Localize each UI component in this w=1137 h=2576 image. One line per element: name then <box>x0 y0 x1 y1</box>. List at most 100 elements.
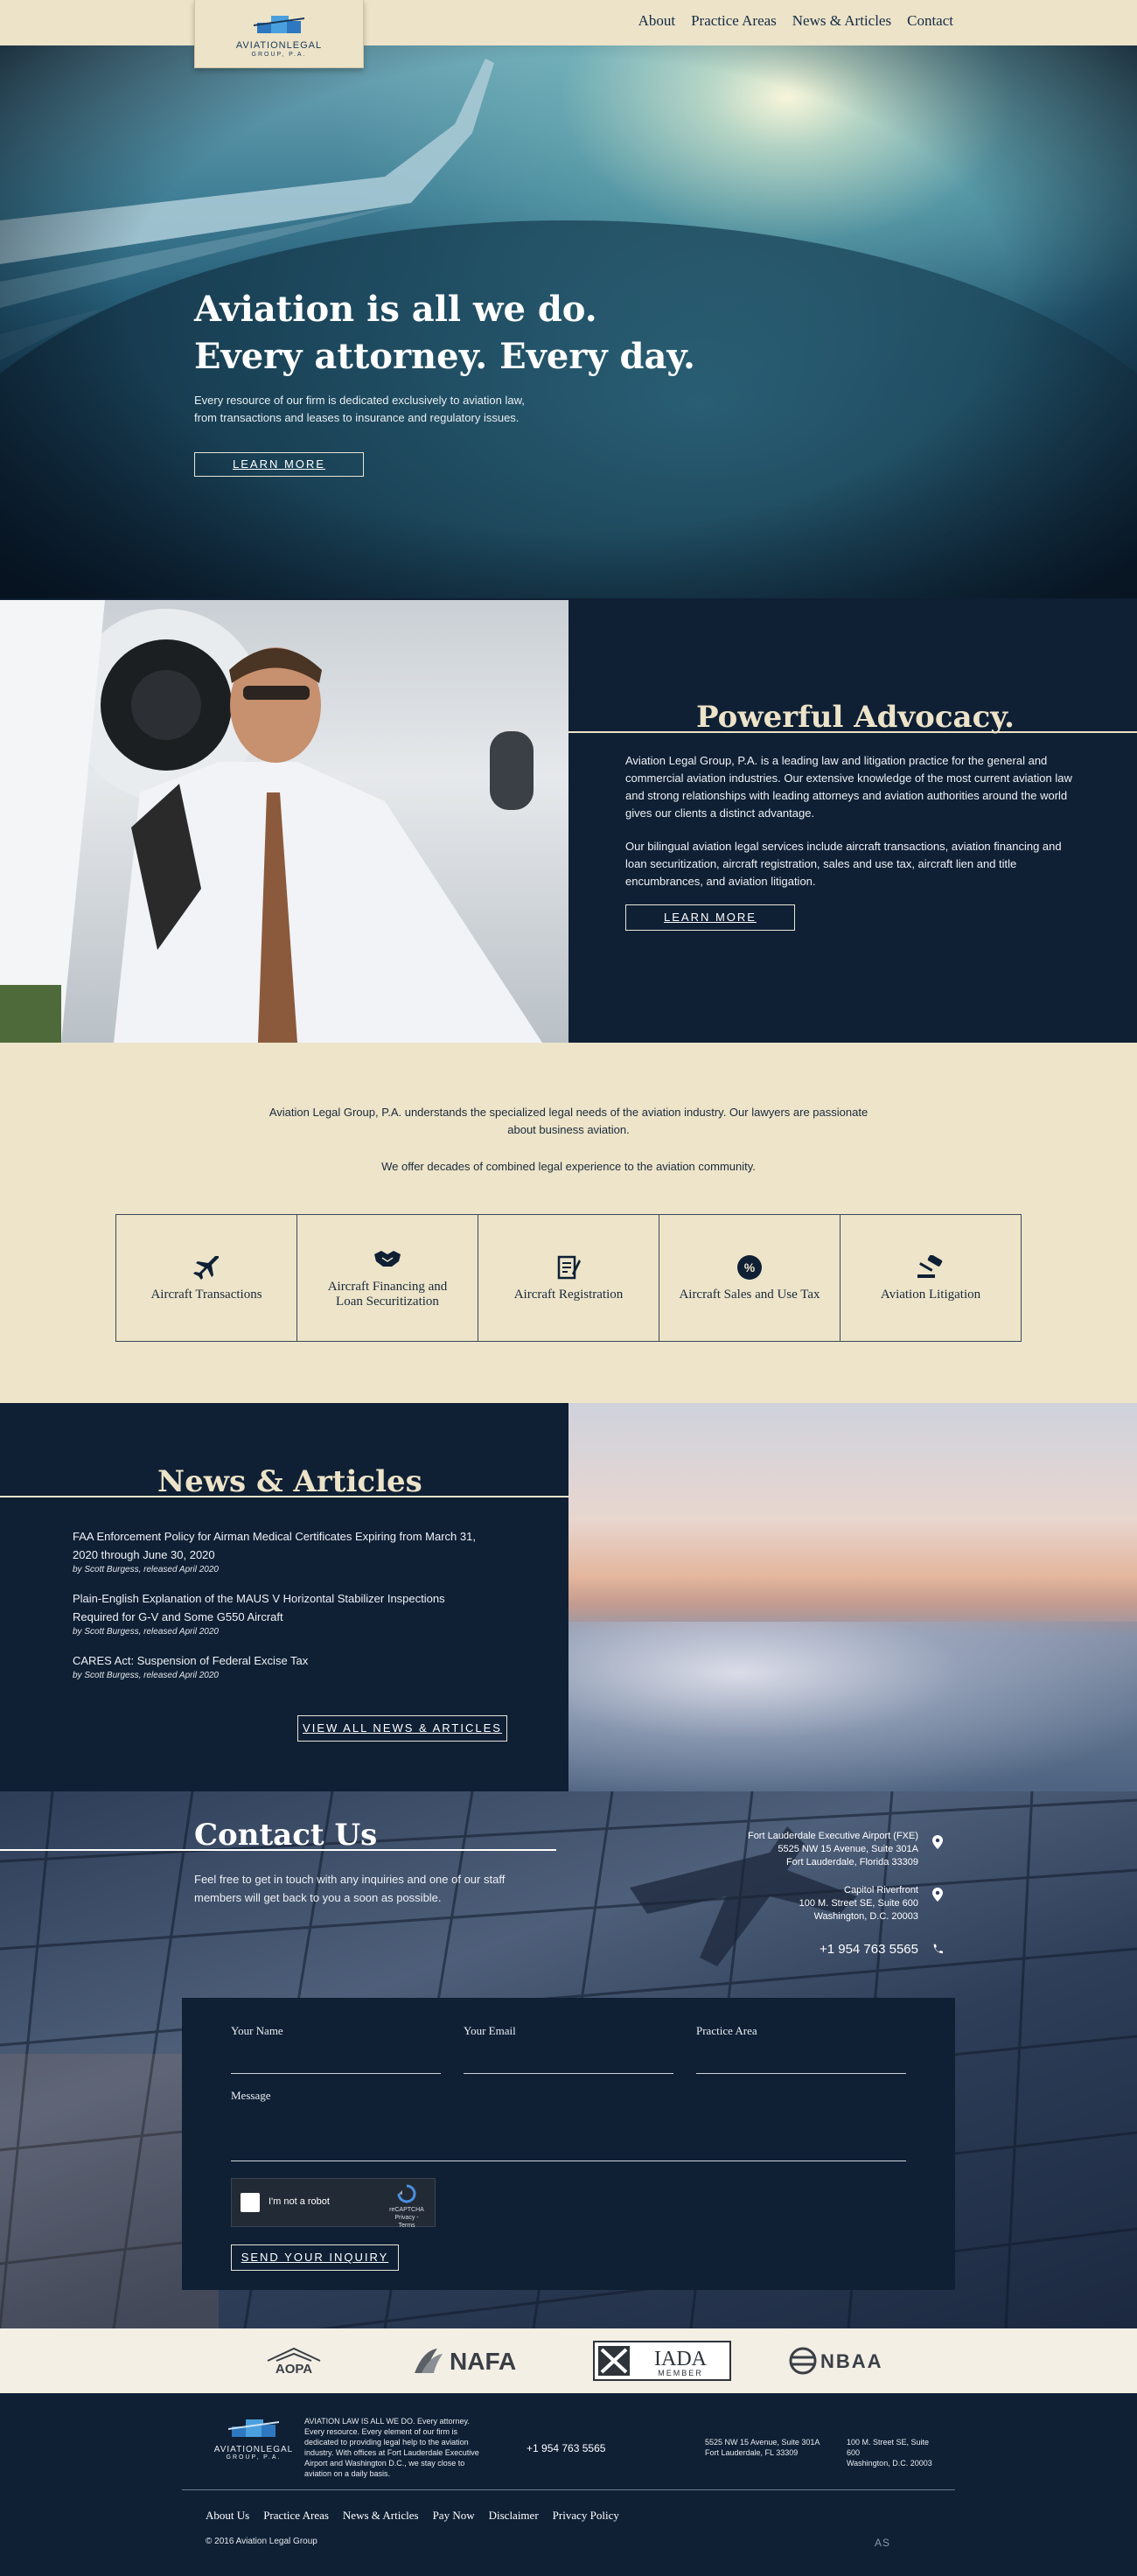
location-pin-icon <box>932 1888 943 1902</box>
footer-link-disclaimer[interactable]: Disclaimer <box>489 2509 539 2523</box>
nav-about[interactable]: About <box>638 12 676 30</box>
practice-card-label: Aircraft Registration <box>513 1287 624 1302</box>
site-footer: AVIATIONLEGAL GROUP, P.A. AVIATION LAW I… <box>0 2393 1137 2576</box>
recaptcha-links[interactable]: Privacy - Terms <box>387 2214 426 2230</box>
footer-address-line: 5525 NW 15 Avenue, Suite 301A <box>705 2438 820 2447</box>
news-item-meta: by Scott Burgess, released April 2020 <box>73 1565 219 1574</box>
hero-title-line1: Aviation is all we do. <box>194 289 597 330</box>
advocacy-title: Powerful Advocacy. <box>696 700 1015 735</box>
news-item-title[interactable]: Plain-English Explanation of the MAUS V … <box>73 1589 484 1626</box>
site-header: AVIATIONLEGAL GROUP, P.A. About Practice… <box>0 0 1137 68</box>
cloud-layer <box>568 1622 1137 1791</box>
office-street: 5525 NW 15 Avenue, Suite 301A <box>778 1844 918 1854</box>
attorney-photo <box>0 600 568 1043</box>
name-field[interactable] <box>231 2073 441 2074</box>
contact-section: Contact Us Feel free to get in touch wit… <box>0 1791 1137 2328</box>
contact-form: Your Name Your Email Practice Area Messa… <box>182 1998 955 2290</box>
aopa-logo-text: AOPA <box>276 2362 312 2377</box>
logo-mark-icon <box>254 15 304 33</box>
location-pin-icon <box>932 1835 943 1849</box>
handshake-icon <box>373 1246 402 1273</box>
view-all-news-button[interactable]: VIEW ALL NEWS & ARTICLES <box>297 1715 507 1742</box>
practice-intro: Aviation Legal Group, P.A. understands t… <box>269 1106 868 1136</box>
news-item[interactable]: CARES Act: Suspension of Federal Excise … <box>73 1651 484 1680</box>
contact-phone[interactable]: +1 954 763 5565 <box>820 1942 918 1957</box>
practice-card-sales-use-tax[interactable]: % Aircraft Sales and Use Tax <box>659 1215 841 1341</box>
recaptcha-text: I'm not a robot <box>269 2196 330 2207</box>
news-item[interactable]: Plain-English Explanation of the MAUS V … <box>73 1589 484 1637</box>
footer-link-pay-now[interactable]: Pay Now <box>433 2509 475 2523</box>
svg-text:%: % <box>744 1260 756 1274</box>
practice-intro-2: We offer decades of combined legal exper… <box>381 1160 756 1173</box>
practice-card-aircraft-registration[interactable]: Aircraft Registration <box>478 1215 659 1341</box>
news-item-title[interactable]: FAA Enforcement Policy for Airman Medica… <box>73 1527 484 1564</box>
footer-address-line: 100 M. Street SE, Suite <box>847 2438 930 2447</box>
news-item[interactable]: FAA Enforcement Policy for Airman Medica… <box>73 1527 484 1574</box>
nav-contact[interactable]: Contact <box>907 12 953 30</box>
gavel-icon <box>916 1254 945 1281</box>
news-item-meta: by Scott Burgess, released April 2020 <box>73 1671 219 1680</box>
news-divider <box>0 1496 568 1497</box>
footer-address-line: Washington, D.C. 20003 <box>847 2459 932 2468</box>
practice-area-field-label: Practice Area <box>696 2024 757 2037</box>
associations-bar: AOPA NAFA IADA MEMBER NBAA <box>0 2328 1137 2393</box>
news-section: News & Articles FAA Enforcement Policy f… <box>0 1403 1137 1791</box>
footer-divider <box>182 2489 955 2490</box>
site-logo[interactable]: AVIATIONLEGAL GROUP, P.A. <box>194 0 364 68</box>
nafa-logo-text: NAFA <box>450 2348 516 2375</box>
practice-card-aviation-litigation[interactable]: Aviation Litigation <box>841 1215 1021 1341</box>
news-item-title[interactable]: CARES Act: Suspension of Federal Excise … <box>73 1651 484 1670</box>
practice-card-label: Aircraft Transactions <box>150 1287 262 1302</box>
office-city: Fort Lauderdale, Florida 33309 <box>785 1857 918 1867</box>
practice-card-aircraft-transactions[interactable]: Aircraft Transactions <box>116 1215 297 1341</box>
document-icon <box>554 1254 583 1281</box>
hero-title-line2: Every attorney. Every day. <box>194 336 695 377</box>
practice-area-select[interactable] <box>696 2073 906 2074</box>
footer-logo-sub: GROUP, P.A. <box>226 2454 282 2461</box>
clouds-sunset-image <box>568 1403 1137 1791</box>
advocacy-paragraph-2: Our bilingual aviation legal services in… <box>625 840 1062 888</box>
nafa-logo[interactable]: NAFA <box>411 2341 542 2381</box>
aopa-logo[interactable]: AOPA <box>259 2341 329 2381</box>
practice-card-aircraft-financing[interactable]: Aircraft Financing and Loan Securitizati… <box>297 1215 478 1341</box>
news-item-meta: by Scott Burgess, released April 2020 <box>73 1627 219 1637</box>
footer-logo-text: AVIATIONLEGAL <box>213 2445 294 2454</box>
footer-link-practice-areas[interactable]: Practice Areas <box>263 2509 329 2523</box>
footer-copyright: © 2016 Aviation Legal Group <box>206 2537 317 2546</box>
email-field[interactable] <box>464 2073 673 2074</box>
recaptcha-checkbox[interactable] <box>241 2193 260 2212</box>
advocacy-learn-more-button[interactable]: LEARN MORE <box>625 904 795 931</box>
contact-subtitle: Feel free to get in touch with any inqui… <box>194 1873 506 1904</box>
nbaa-logo-text: NBAA <box>820 2350 883 2372</box>
footer-tagline: AVIATION LAW IS ALL WE DO. Every attorne… <box>304 2417 479 2478</box>
footer-address-line: 600 <box>847 2448 861 2457</box>
contact-divider <box>0 1849 556 1851</box>
footer-link-about-us[interactable]: About Us <box>206 2509 249 2523</box>
hero-learn-more-button[interactable]: LEARN MORE <box>194 452 364 477</box>
practice-card-label: Aviation Litigation <box>880 1287 981 1302</box>
hero-section: Aviation is all we do. Every attorney. E… <box>0 45 1137 598</box>
footer-link-privacy-policy[interactable]: Privacy Policy <box>553 2509 619 2523</box>
airplane-icon <box>192 1254 221 1281</box>
footer-logo[interactable]: AVIATIONLEGAL GROUP, P.A. <box>210 2414 297 2461</box>
practice-card-label: Aircraft Sales and Use Tax <box>679 1287 820 1302</box>
logo-text: AVIATIONLEGAL <box>235 39 323 51</box>
designer-credit-logo[interactable]: AS <box>875 2537 890 2549</box>
iada-logo[interactable]: IADA MEMBER <box>593 2341 731 2381</box>
send-inquiry-button[interactable]: SEND YOUR INQUIRY <box>231 2244 399 2271</box>
iada-member-text: MEMBER <box>658 2369 703 2377</box>
footer-address-line: Fort Lauderdale, FL 33309 <box>705 2448 799 2457</box>
nav-news-articles[interactable]: News & Articles <box>792 12 891 30</box>
footer-address-1: 5525 NW 15 Avenue, Suite 301A Fort Laude… <box>705 2437 820 2458</box>
hero-subtitle-line1: Every resource of our firm is dedicated … <box>194 394 525 407</box>
footer-link-news-articles[interactable]: News & Articles <box>343 2509 419 2523</box>
recaptcha-logo: reCAPTCHA Privacy - Terms <box>387 2184 426 2230</box>
advocacy-divider <box>568 731 1137 733</box>
name-field-label: Your Name <box>231 2024 283 2037</box>
nbaa-logo[interactable]: NBAA <box>785 2341 917 2381</box>
advocacy-paragraph-1: Aviation Legal Group, P.A. is a leading … <box>625 754 1072 820</box>
footer-phone[interactable]: +1 954 763 5565 <box>527 2442 605 2454</box>
message-field-label: Message <box>231 2089 271 2102</box>
news-title: News & Articles <box>157 1464 422 1499</box>
nav-practice-areas[interactable]: Practice Areas <box>691 12 777 30</box>
